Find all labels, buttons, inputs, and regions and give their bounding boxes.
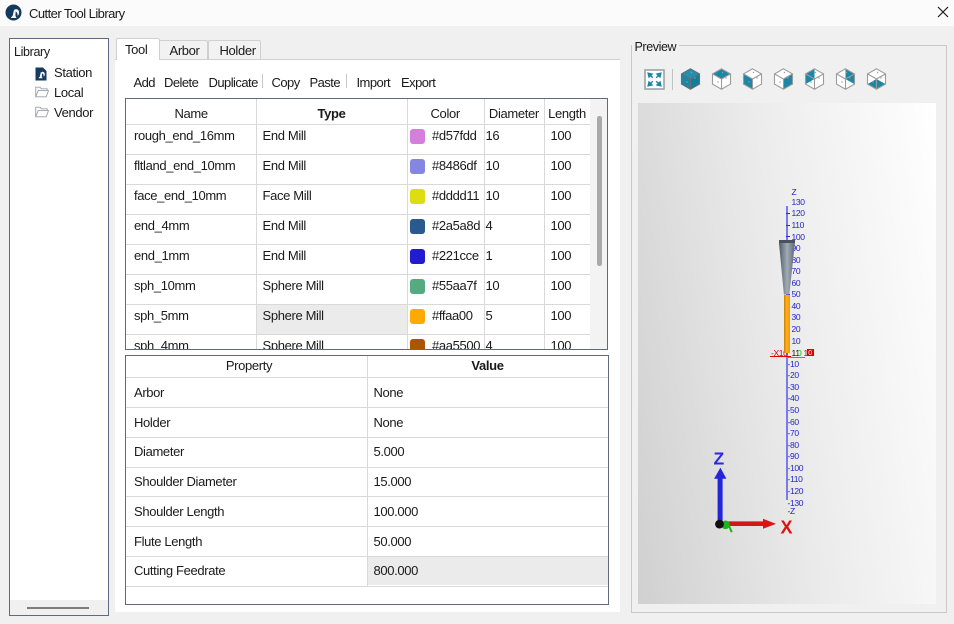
svg-text:X: X bbox=[781, 517, 793, 537]
svg-text:Z: Z bbox=[714, 449, 725, 469]
